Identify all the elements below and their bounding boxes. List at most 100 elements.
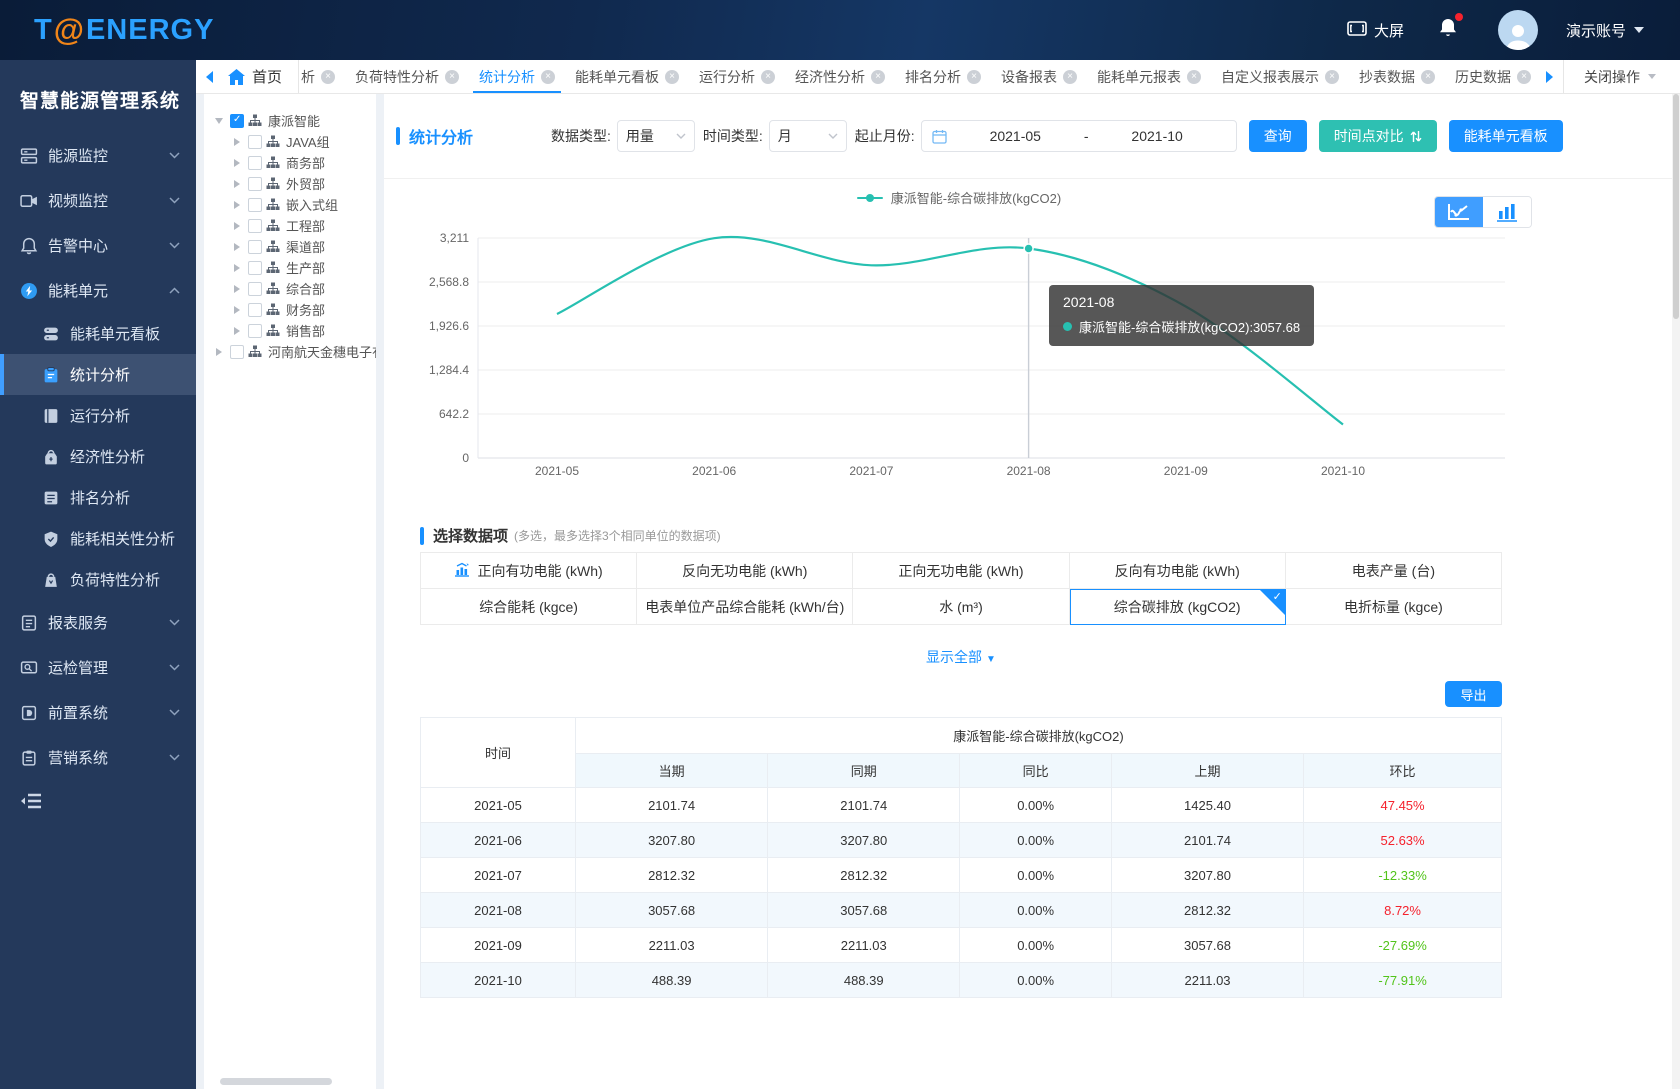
tab-能耗单元看板[interactable]: 能耗单元看板× <box>565 60 689 93</box>
tree-node-生产部[interactable]: 生产部 <box>204 257 376 278</box>
sidebar-item-运行分析[interactable]: 运行分析 <box>0 395 196 436</box>
tree-node-外贸部[interactable]: 外贸部 <box>204 173 376 194</box>
tree-checkbox[interactable] <box>248 282 262 296</box>
tabs-scroll-right-button[interactable] <box>1537 70 1563 84</box>
tab-close-icon[interactable]: × <box>541 70 555 84</box>
caret-right-icon[interactable] <box>230 327 244 335</box>
sidebar-item-报表服务[interactable]: 报表服务 <box>0 600 196 645</box>
caret-right-icon[interactable] <box>230 159 244 167</box>
tree-node-销售部[interactable]: 销售部 <box>204 320 376 341</box>
caret-right-icon[interactable] <box>230 201 244 209</box>
sidebar-item-前置系统[interactable]: 前置系统 <box>0 690 196 735</box>
caret-right-icon[interactable] <box>212 348 226 356</box>
caret-right-icon[interactable] <box>230 264 244 272</box>
tab-close-icon[interactable]: × <box>871 70 885 84</box>
data-item-水 (m³)[interactable]: 水 (m³) <box>853 589 1069 625</box>
tree-node-工程部[interactable]: 工程部 <box>204 215 376 236</box>
data-item-反向无功电能 (kWh)[interactable]: 反向无功电能 (kWh) <box>637 553 853 589</box>
tree-node-嵌入式组[interactable]: 嵌入式组 <box>204 194 376 215</box>
sidebar-item-负荷特性分析[interactable]: 负荷特性分析 <box>0 559 196 600</box>
sidebar-item-能耗相关性分析[interactable]: 能耗相关性分析 <box>0 518 196 559</box>
tab-close-icon[interactable]: × <box>967 70 981 84</box>
tab-负荷特性分析[interactable]: 负荷特性分析× <box>345 60 469 93</box>
tab-设备报表[interactable]: 设备报表× <box>991 60 1087 93</box>
tab-抄表数据[interactable]: 抄表数据× <box>1349 60 1445 93</box>
sidebar-item-运检管理[interactable]: 运检管理 <box>0 645 196 690</box>
tab-close-icon[interactable]: × <box>1517 70 1531 84</box>
sidebar-item-告警中心[interactable]: 告警中心 <box>0 223 196 268</box>
tree-node-商务部[interactable]: 商务部 <box>204 152 376 173</box>
data-item-正向有功电能 (kWh)[interactable]: 正向有功电能 (kWh) <box>421 553 637 589</box>
caret-right-icon[interactable] <box>230 180 244 188</box>
tabs-scroll-left-button[interactable] <box>196 70 222 84</box>
sidebar-item-统计分析[interactable]: 统计分析 <box>0 354 196 395</box>
data-item-电折标量 (kgce)[interactable]: 电折标量 (kgce) <box>1286 589 1502 625</box>
tab-close-icon[interactable]: × <box>445 70 459 84</box>
tree-node-河南航天金穗电子有[interactable]: 河南航天金穗电子有 <box>204 341 376 362</box>
scrollbar-thumb[interactable] <box>1673 94 1679 319</box>
sidebar-item-营销系统[interactable]: 营销系统 <box>0 735 196 780</box>
sidebar-collapse-button[interactable] <box>0 780 196 815</box>
avatar[interactable] <box>1498 10 1538 50</box>
tree-checkbox[interactable] <box>248 261 262 275</box>
account-menu[interactable]: 演示账号 <box>1566 20 1644 41</box>
sidebar-item-排名分析[interactable]: 排名分析 <box>0 477 196 518</box>
data-item-综合碳排放 (kgCO2)[interactable]: 综合碳排放 (kgCO2)✓ <box>1070 589 1286 625</box>
time-type-select[interactable]: 月 <box>769 120 847 152</box>
tree-checkbox[interactable] <box>230 114 244 128</box>
tab-close-icon[interactable]: × <box>1325 70 1339 84</box>
tree-node-JAVA组[interactable]: JAVA组 <box>204 131 376 152</box>
tab-排名分析[interactable]: 排名分析× <box>895 60 991 93</box>
tree-checkbox[interactable] <box>248 219 262 233</box>
close-operations-menu[interactable]: 关闭操作 <box>1563 60 1680 93</box>
line-chart[interactable]: 3,2112,568.81,926.61,284.4642.202021-052… <box>424 224 1544 494</box>
tab-能耗单元报表[interactable]: 能耗单元报表× <box>1087 60 1211 93</box>
tree-checkbox[interactable] <box>248 177 262 191</box>
data-item-正向无功电能 (kWh)[interactable]: 正向无功电能 (kWh) <box>853 553 1069 589</box>
tree-checkbox[interactable] <box>248 156 262 170</box>
data-type-select[interactable]: 用量 <box>617 120 695 152</box>
export-button[interactable]: 导出 <box>1445 681 1502 707</box>
tree-checkbox[interactable] <box>230 345 244 359</box>
sidebar-item-能耗单元看板[interactable]: 能耗单元看板 <box>0 313 196 354</box>
tree-checkbox[interactable] <box>248 303 262 317</box>
energy-unit-kanban-button[interactable]: 能耗单元看板 <box>1449 120 1563 152</box>
month-range-picker[interactable]: 2021-05 - 2021-10 <box>921 120 1237 152</box>
caret-right-icon[interactable] <box>230 222 244 230</box>
show-all-button[interactable]: 显示全部▼ <box>420 647 1502 667</box>
sidebar-item-能耗单元[interactable]: 能耗单元 <box>0 268 196 313</box>
tab-close-icon[interactable]: × <box>1063 70 1077 84</box>
tab-运行分析[interactable]: 运行分析× <box>689 60 785 93</box>
sidebar-item-经济性分析[interactable]: 经济性分析 <box>0 436 196 477</box>
tab-经济性分析[interactable]: 经济性分析× <box>785 60 895 93</box>
data-item-综合能耗 (kgce)[interactable]: 综合能耗 (kgce) <box>421 589 637 625</box>
tab-close-icon[interactable]: × <box>321 70 335 84</box>
tab-统计分析[interactable]: 统计分析× <box>469 60 565 93</box>
caret-right-icon[interactable] <box>230 285 244 293</box>
vertical-scrollbar[interactable] <box>1672 94 1680 1089</box>
tree-checkbox[interactable] <box>248 324 262 338</box>
caret-right-icon[interactable] <box>230 138 244 146</box>
tree-node-综合部[interactable]: 综合部 <box>204 278 376 299</box>
tab-析[interactable]: 析× <box>299 60 345 93</box>
line-chart-toggle-button[interactable] <box>1435 197 1483 227</box>
data-item-反向有功电能 (kWh)[interactable]: 反向有功电能 (kWh) <box>1070 553 1286 589</box>
tab-close-icon[interactable]: × <box>1421 70 1435 84</box>
data-item-电表产量 (台)[interactable]: 电表产量 (台) <box>1286 553 1502 589</box>
tab-自定义报表展示[interactable]: 自定义报表展示× <box>1211 60 1349 93</box>
sidebar-item-能源监控[interactable]: 能源监控 <box>0 133 196 178</box>
bar-chart-toggle-button[interactable] <box>1483 197 1531 227</box>
tree-node-渠道部[interactable]: 渠道部 <box>204 236 376 257</box>
caret-right-icon[interactable] <box>230 243 244 251</box>
notification-button[interactable] <box>1438 17 1458 44</box>
tab-home[interactable]: 首页 <box>222 60 299 93</box>
tab-close-icon[interactable]: × <box>1187 70 1201 84</box>
tree-node-财务部[interactable]: 财务部 <box>204 299 376 320</box>
tree-checkbox[interactable] <box>248 198 262 212</box>
chart-legend[interactable]: 康派智能-综合碳排放(kgCO2) <box>384 188 1534 207</box>
tree-horizontal-scrollbar[interactable] <box>220 1078 332 1085</box>
caret-down-icon[interactable] <box>212 118 226 124</box>
tree-node-康派智能[interactable]: 康派智能 <box>204 110 376 131</box>
tab-close-icon[interactable]: × <box>665 70 679 84</box>
caret-right-icon[interactable] <box>230 306 244 314</box>
